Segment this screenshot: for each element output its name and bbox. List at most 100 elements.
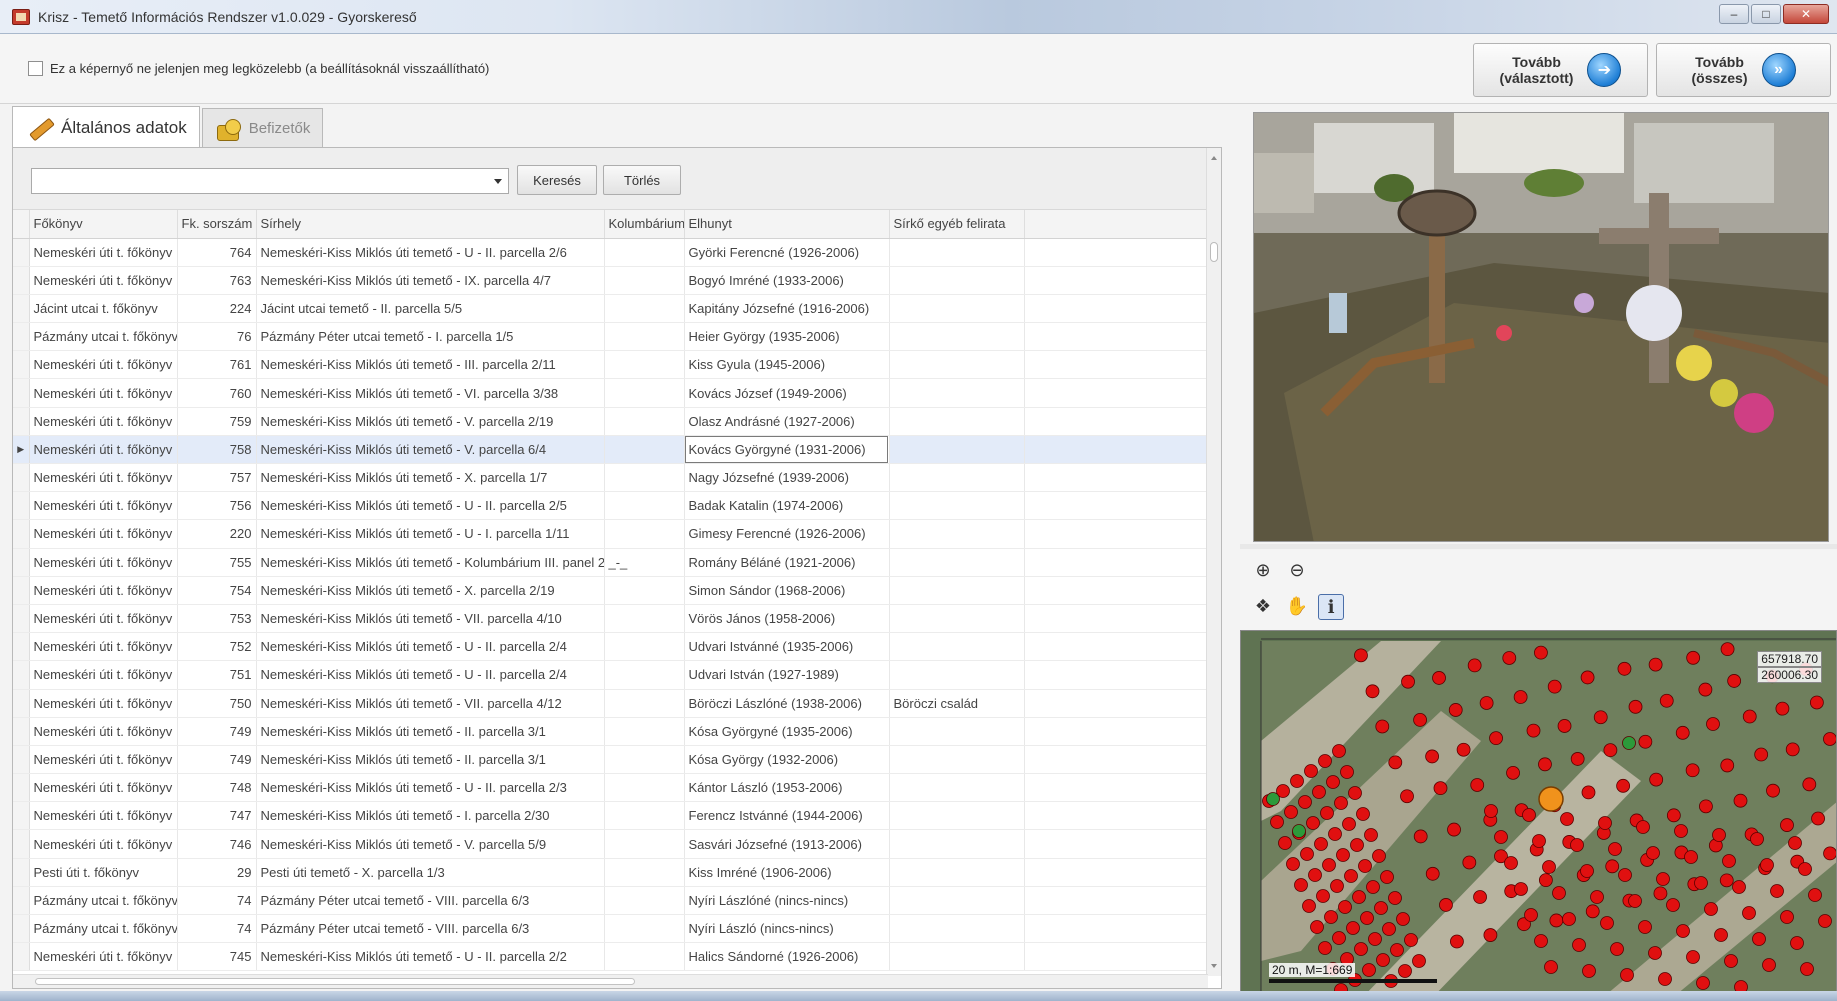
cell-columbarium[interactable] (604, 407, 685, 436)
row-indicator[interactable] (13, 801, 30, 831)
grave-marker[interactable] (1514, 882, 1528, 896)
table-row[interactable]: Nemeskéri úti t. főkönyv 753 Nemeskéri-Kis… (13, 604, 1209, 634)
cell-ledger-number[interactable]: 763 (177, 266, 257, 295)
row-indicator[interactable] (13, 294, 30, 324)
grave-marker[interactable] (1312, 785, 1326, 799)
cell-deceased[interactable]: Kovács József (1949-2006) (684, 378, 890, 408)
grave-marker[interactable] (1270, 815, 1284, 829)
grave-marker[interactable] (1538, 873, 1553, 888)
cell-grave-site[interactable]: Nemeskéri-Kiss Miklós úti temető - X. pa… (256, 463, 605, 493)
grave-marker[interactable] (1808, 888, 1822, 902)
cell-headstone-inscription[interactable] (889, 914, 1025, 944)
cell-columbarium[interactable] (604, 604, 685, 634)
cell-ledger[interactable]: Nemeskéri úti t. főkönyv (29, 378, 178, 408)
grave-marker[interactable] (1439, 898, 1453, 912)
zoom-in-icon[interactable]: ⊕ (1250, 558, 1276, 584)
cell-ledger[interactable]: Nemeskéri úti t. főkönyv (29, 435, 178, 465)
grave-marker-alt[interactable] (1622, 736, 1636, 750)
cell-ledger[interactable]: Pesti úti t. főkönyv (29, 858, 178, 887)
grave-marker[interactable] (1534, 934, 1548, 948)
cell-ledger-number[interactable]: 757 (177, 463, 257, 493)
grave-marker[interactable] (1366, 880, 1380, 894)
grave-marker[interactable] (1732, 880, 1746, 894)
cell-deceased[interactable]: Badak Katalin (1974-2006) (684, 491, 890, 521)
table-row[interactable]: Nemeskéri úti t. főkönyv 763 Nemeskéri-Kis… (13, 266, 1209, 295)
grave-marker[interactable] (1656, 872, 1670, 886)
table-row[interactable]: Pesti úti t. főkönyv 29 Pesti úti temető -… (13, 858, 1209, 887)
table-row[interactable]: ▶ Nemeskéri úti t. főkönyv 758 Nemeskéri-Ki… (13, 435, 1209, 465)
cell-grave-site[interactable]: Nemeskéri-Kiss Miklós úti temető - II. p… (256, 745, 605, 775)
grave-marker[interactable] (1400, 789, 1414, 804)
grave-marker[interactable] (1348, 786, 1362, 800)
chevron-down-icon[interactable] (494, 179, 502, 184)
grave-marker[interactable] (1398, 964, 1412, 978)
table-row[interactable]: Pázmány utcai t. főkönyv 76 Pázmány Péter … (13, 322, 1209, 352)
grave-marker-alt[interactable] (1266, 792, 1280, 806)
row-indicator[interactable] (13, 886, 30, 916)
horizontal-splitter[interactable] (1240, 544, 1837, 549)
next-all-button[interactable]: Tovább (összes) » (1656, 43, 1831, 97)
grave-marker[interactable] (1608, 842, 1622, 856)
row-indicator[interactable] (13, 773, 30, 803)
grave-marker[interactable] (1372, 849, 1386, 863)
cell-deceased[interactable]: Kósa György (1932-2006) (684, 745, 890, 775)
info-icon[interactable]: ℹ (1318, 594, 1344, 620)
grave-marker[interactable] (1388, 891, 1402, 905)
column-header-ledger-number[interactable]: Fk. sorszám (177, 210, 257, 239)
grave-marker[interactable] (1290, 774, 1304, 788)
cell-ledger-number[interactable]: 755 (177, 548, 257, 577)
cell-deceased[interactable]: Nyíri Lászlóné (nincs-nincs) (684, 886, 890, 916)
cell-headstone-inscription[interactable] (889, 463, 1025, 493)
grave-marker[interactable] (1775, 701, 1790, 716)
grave-marker[interactable] (1666, 808, 1681, 823)
grave-marker[interactable] (1754, 747, 1769, 762)
grave-marker[interactable] (1605, 859, 1620, 874)
grave-marker[interactable] (1396, 912, 1410, 926)
grave-marker[interactable] (1560, 812, 1574, 826)
cell-deceased[interactable]: Halics Sándorné (1926-2006) (684, 942, 890, 972)
grave-marker[interactable] (1365, 684, 1380, 699)
grave-marker[interactable] (1356, 807, 1370, 821)
grave-marker[interactable] (1698, 682, 1713, 697)
grave-marker[interactable] (1286, 857, 1300, 871)
grave-marker[interactable] (1742, 906, 1756, 920)
vertical-scrollbar[interactable] (1206, 148, 1221, 976)
cell-grave-site[interactable]: Nemeskéri-Kiss Miklós úti temető - VI. p… (256, 378, 605, 408)
cell-ledger[interactable]: Nemeskéri úti t. főkönyv (29, 519, 178, 549)
grave-marker[interactable] (1368, 932, 1382, 946)
cell-columbarium[interactable] (604, 463, 685, 493)
cell-ledger[interactable]: Nemeskéri úti t. főkönyv (29, 463, 178, 493)
grave-marker[interactable] (1401, 674, 1415, 689)
cell-ledger[interactable]: Nemeskéri úti t. főkönyv (29, 491, 178, 521)
table-row[interactable]: Jácint utcai t. főkönyv 224 Jácint utcai t… (13, 294, 1209, 324)
grave-marker[interactable] (1780, 818, 1794, 832)
grave-marker[interactable] (1714, 928, 1728, 942)
grave-marker[interactable] (1823, 732, 1836, 746)
grave-marker[interactable] (1719, 873, 1734, 888)
cell-ledger-number[interactable]: 764 (177, 238, 257, 267)
cell-grave-site[interactable]: Nemeskéri-Kiss Miklós úti temető - V. pa… (256, 829, 605, 859)
cell-grave-site[interactable]: Jácint utcai temető - II. parcella 5/5 (256, 294, 605, 324)
table-row[interactable]: Nemeskéri úti t. főkönyv 745 Nemeskéri-Kis… (13, 942, 1209, 972)
row-indicator[interactable] (13, 350, 30, 380)
grave-marker[interactable] (1704, 902, 1718, 916)
grave-marker[interactable] (1304, 764, 1318, 778)
cell-deceased[interactable]: Heier György (1935-2006) (684, 322, 890, 352)
grave-marker[interactable] (1479, 696, 1494, 710)
grave-marker[interactable] (1433, 781, 1448, 796)
cell-ledger[interactable]: Nemeskéri úti t. főkönyv (29, 773, 178, 803)
grave-marker[interactable] (1432, 671, 1446, 685)
cell-grave-site[interactable]: Pázmány Péter utcai temető - VIII. parce… (256, 886, 605, 916)
grave-marker[interactable] (1788, 836, 1802, 850)
grave-marker[interactable] (1334, 796, 1348, 810)
grave-marker[interactable] (1308, 868, 1322, 882)
table-row[interactable]: Pázmány utcai t. főkönyv 74 Pázmány Péter … (13, 914, 1209, 944)
grave-marker[interactable] (1598, 816, 1612, 830)
row-indicator[interactable] (13, 407, 30, 436)
cell-headstone-inscription[interactable] (889, 773, 1025, 803)
cell-deceased[interactable]: Nyíri László (nincs-nincs) (684, 914, 890, 944)
table-row[interactable]: Pázmány utcai t. főkönyv 74 Pázmány Péter … (13, 886, 1209, 916)
cell-grave-site[interactable]: Nemeskéri-Kiss Miklós úti temető - U - I… (256, 491, 605, 521)
grave-marker[interactable] (1780, 910, 1794, 924)
pan-hand-icon[interactable]: ✋ (1284, 594, 1310, 620)
